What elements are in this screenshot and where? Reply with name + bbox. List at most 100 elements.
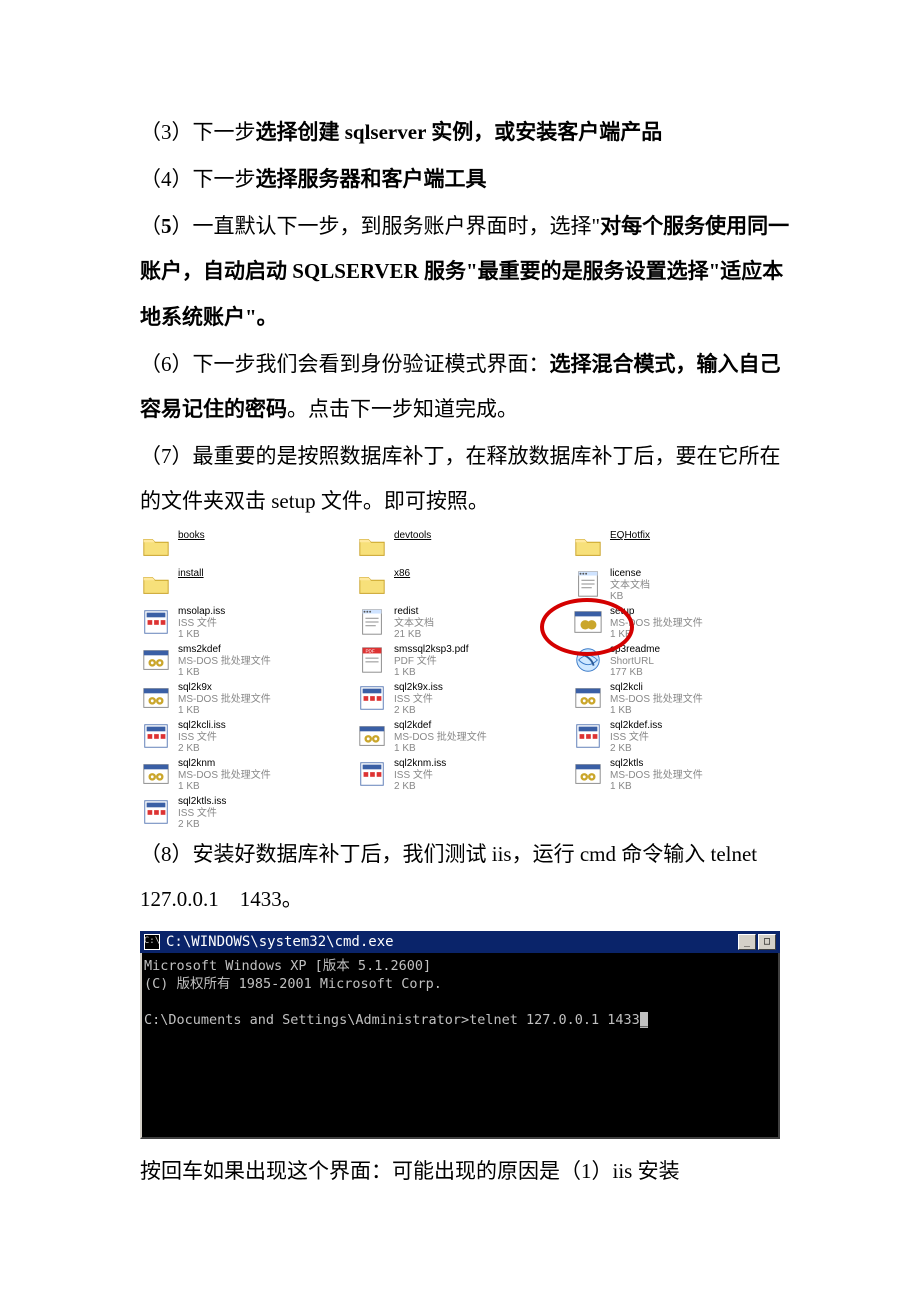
file-meta-type: MS-DOS 批处理文件 — [178, 694, 271, 706]
file-meta-size: 21 KB — [394, 629, 434, 641]
file-meta-type: MS-DOS 批处理文件 — [610, 694, 703, 706]
file-item: sql2kdefMS-DOS 批处理文件1 KB — [356, 720, 564, 754]
step-4-prefix: （4）下一步 — [140, 167, 256, 191]
folder-icon — [140, 568, 172, 600]
folder-icon — [356, 568, 388, 600]
minimize-button: _ — [738, 934, 756, 950]
file-meta-size: 1 KB — [178, 629, 225, 641]
cmd-cursor: _ — [640, 1012, 648, 1028]
cmd-window-screenshot: C:\ C:\WINDOWS\system32\cmd.exe _ □ Micr… — [140, 931, 780, 1139]
folder-icon — [572, 530, 604, 562]
file-meta-size: 1 KB — [610, 705, 703, 717]
file-meta-type: ISS 文件 — [178, 732, 226, 744]
step-5-num: 5 — [161, 214, 172, 238]
file-item: sql2k9xMS-DOS 批处理文件1 KB — [140, 682, 348, 716]
pdf-icon: PDF — [356, 644, 388, 676]
file-name: sql2knm.iss — [394, 758, 446, 770]
file-meta-size: 1 KB — [610, 629, 703, 641]
cmd-icon: C:\ — [144, 934, 160, 950]
file-name: sql2k9x — [178, 682, 271, 694]
file-item: sql2kcli.issISS 文件2 KB — [140, 720, 348, 754]
file-meta-size: 2 KB — [394, 781, 446, 793]
file-meta-type: 文本文档 — [394, 618, 434, 630]
file-item: books — [140, 530, 348, 564]
file-name: sql2kcli.iss — [178, 720, 226, 732]
file-name: sql2kdef — [394, 720, 487, 732]
cmd-title-text: C:\WINDOWS\system32\cmd.exe — [166, 927, 394, 957]
file-name: sql2knm — [178, 758, 271, 770]
svg-text:PDF: PDF — [365, 649, 374, 654]
file-item: install — [140, 568, 348, 602]
file-name: sql2ktls — [610, 758, 703, 770]
file-item: sql2kdef.issISS 文件2 KB — [572, 720, 780, 754]
file-item: x86 — [356, 568, 564, 602]
step-7: （7）最重要的是按照数据库补丁，在释放数据库补丁后，要在它所在的文件夹双击 se… — [140, 434, 790, 524]
step-3: （3）下一步选择创建 sqlserver 实例，或安装客户端产品 — [140, 110, 790, 155]
file-meta-type: MS-DOS 批处理文件 — [610, 770, 703, 782]
cmd-titlebar: C:\ C:\WINDOWS\system32\cmd.exe _ □ — [140, 931, 780, 953]
cmd-prompt: C:\Documents and Settings\Administrator>… — [144, 1012, 640, 1028]
file-name: msolap.iss — [178, 606, 225, 618]
file-name: sql2kdef.iss — [610, 720, 662, 732]
iss-icon — [572, 720, 604, 752]
txt-icon — [572, 568, 604, 600]
file-meta-size: 2 KB — [178, 743, 226, 755]
step-5-a: （ — [140, 214, 161, 238]
file-meta-type: ISS 文件 — [610, 732, 662, 744]
cmd-body: Microsoft Windows XP [版本 5.1.2600] (C) 版… — [140, 953, 780, 1139]
bat-icon — [140, 758, 172, 790]
step-6-suffix: 。点击下一步知道完成。 — [287, 397, 518, 421]
file-meta-type: ISS 文件 — [394, 770, 446, 782]
file-name: devtools — [394, 530, 431, 542]
url-icon — [572, 644, 604, 676]
file-meta-type: 文本文档 — [610, 580, 650, 592]
file-meta-size: 1 KB — [394, 667, 468, 679]
file-name: redist — [394, 606, 434, 618]
file-name: sql2kcli — [610, 682, 703, 694]
file-item: redist文本文档21 KB — [356, 606, 564, 640]
file-item: sql2kcliMS-DOS 批处理文件1 KB — [572, 682, 780, 716]
file-meta-size: 2 KB — [394, 705, 443, 717]
file-name: sms2kdef — [178, 644, 271, 656]
iss-icon — [140, 720, 172, 752]
maximize-button: □ — [758, 934, 776, 950]
step-8: （8）安装好数据库补丁后，我们测试 iis，运行 cmd 命令输入 telnet… — [140, 832, 790, 922]
file-item: sql2ktls.issISS 文件2 KB — [140, 796, 348, 830]
iss-icon — [140, 606, 172, 638]
file-item: PDFsmssql2ksp3.pdfPDF 文件1 KB — [356, 644, 564, 678]
file-name: license — [610, 568, 650, 580]
step-3-bold: 选择创建 sqlserver 实例，或安装客户端产品 — [256, 120, 663, 144]
file-meta-size: 1 KB — [394, 743, 487, 755]
file-item: devtools — [356, 530, 564, 564]
step-5-c: ）一直默认下一步，到服务账户界面时，选择" — [172, 214, 601, 238]
file-item: sql2knmMS-DOS 批处理文件1 KB — [140, 758, 348, 792]
file-item: sp3readmeShortURL177 KB — [572, 644, 780, 678]
file-meta-size: 1 KB — [610, 781, 703, 793]
file-name: setup — [610, 606, 703, 618]
setup-icon — [572, 606, 604, 638]
cmd-line-2: (C) 版权所有 1985-2001 Microsoft Corp. — [144, 976, 442, 992]
iss-icon — [356, 682, 388, 714]
file-meta-type: ISS 文件 — [178, 618, 225, 630]
folder-icon — [140, 530, 172, 562]
step-3-prefix: （3）下一步 — [140, 120, 256, 144]
file-meta-size: 1 KB — [178, 667, 271, 679]
file-explorer-screenshot: booksdevtoolsEQHotfixinstallx86license文本… — [140, 530, 780, 830]
file-name: books — [178, 530, 205, 542]
txt-icon — [356, 606, 388, 638]
file-meta-type: ISS 文件 — [394, 694, 443, 706]
file-item: sms2kdefMS-DOS 批处理文件1 KB — [140, 644, 348, 678]
file-name: sql2ktls.iss — [178, 796, 226, 808]
bat-icon — [572, 758, 604, 790]
step-9: 按回车如果出现这个界面：可能出现的原因是（1）iis 安装 — [140, 1149, 790, 1194]
step-6-prefix: （6）下一步我们会看到身份验证模式界面： — [140, 352, 550, 376]
iss-icon — [140, 796, 172, 828]
file-meta-type: PDF 文件 — [394, 656, 468, 668]
file-name: sp3readme — [610, 644, 660, 656]
file-meta-size: 2 KB — [610, 743, 662, 755]
step-4: （4）下一步选择服务器和客户端工具 — [140, 157, 790, 202]
file-name: sql2k9x.iss — [394, 682, 443, 694]
file-item: sql2k9x.issISS 文件2 KB — [356, 682, 564, 716]
file-item: license文本文档KB — [572, 568, 780, 602]
file-meta-type: MS-DOS 批处理文件 — [394, 732, 487, 744]
